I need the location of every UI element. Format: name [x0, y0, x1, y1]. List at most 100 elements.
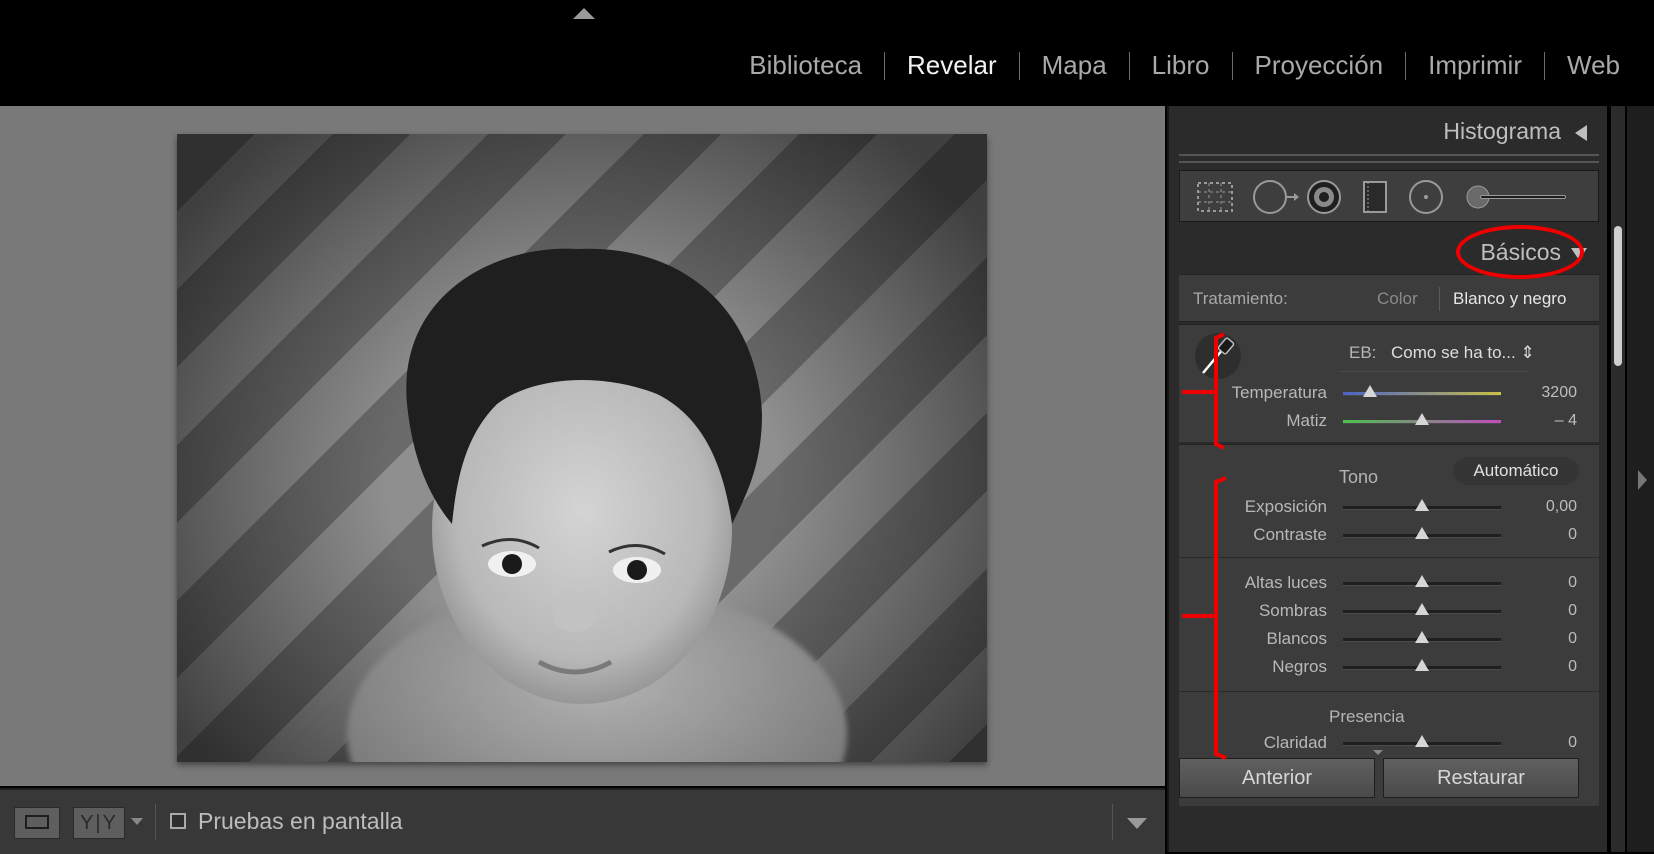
collapse-left-arrow-icon	[1575, 124, 1587, 141]
image-viewer[interactable]	[0, 106, 1165, 786]
slider-label: Altas luces	[1244, 573, 1327, 592]
slider-value[interactable]: 0	[1568, 734, 1577, 752]
treatment-section: Tratamiento: Color Blanco y negro	[1179, 274, 1599, 322]
toolbar: Y|Y Pruebas en pantalla	[0, 788, 1165, 854]
collapse-top-panel-arrow-icon[interactable]	[573, 8, 595, 19]
loupe-icon	[25, 815, 49, 829]
whites-slider-track[interactable]	[1343, 631, 1501, 643]
histogram-collapsed-bar	[1179, 154, 1599, 163]
slider-value[interactable]: 0	[1568, 602, 1577, 620]
white-balance-selector-button[interactable]	[1195, 333, 1241, 379]
toolbar-separator	[155, 804, 156, 840]
slider-label: Blancos	[1266, 629, 1327, 648]
slider-row-blancos: Blancos 0	[1179, 627, 1599, 651]
softproof-label: Pruebas en pantalla	[198, 808, 403, 834]
section-divider	[1179, 691, 1599, 692]
treatment-label: Tratamiento:	[1193, 289, 1288, 308]
toolbar-menu-caret-icon[interactable]	[1127, 818, 1147, 829]
treatment-bw-option[interactable]: Blanco y negro	[1453, 289, 1566, 309]
treatment-separator	[1439, 287, 1440, 311]
module-imprimir[interactable]: Imprimir	[1406, 50, 1544, 81]
loupe-view-button[interactable]	[14, 807, 60, 839]
compare-dropdown-caret-icon[interactable]	[131, 818, 143, 825]
contrast-slider-track[interactable]	[1343, 527, 1501, 539]
slider-row-sombras: Sombras 0	[1179, 599, 1599, 623]
graduated-filter-tool-icon[interactable]	[1363, 181, 1387, 213]
child-portrait-image	[347, 248, 847, 762]
toolbar-separator	[1112, 804, 1113, 840]
slider-value[interactable]: 0	[1568, 526, 1577, 544]
slider-thumb[interactable]	[1415, 659, 1429, 671]
white-balance-section: EB: Como se ha to... ⇕ Temperatura 3200 …	[1179, 324, 1599, 442]
slider-label: Exposición	[1244, 497, 1327, 516]
slider-label: Sombras	[1258, 601, 1327, 620]
slider-thumb[interactable]	[1415, 735, 1429, 747]
adjustment-brush-tool-icon[interactable]	[1466, 185, 1566, 209]
tone-section: Tono Automático Exposición 0,00 Contrast…	[1179, 444, 1599, 806]
module-mapa[interactable]: Mapa	[1020, 50, 1129, 81]
slider-label: Contraste	[1253, 525, 1327, 544]
auto-tone-button[interactable]: Automático	[1453, 457, 1579, 485]
radial-filter-tool-icon[interactable]	[1409, 180, 1443, 214]
module-proyeccion[interactable]: Proyección	[1233, 50, 1406, 81]
slider-value[interactable]: 3200	[1541, 384, 1577, 402]
slider-row-altas-luces: Altas luces 0	[1179, 571, 1599, 595]
blacks-slider-track[interactable]	[1343, 659, 1501, 671]
slider-label: Temperatura	[1231, 383, 1327, 402]
clarity-slider-track[interactable]	[1343, 735, 1501, 747]
slider-value[interactable]: 0,00	[1546, 498, 1577, 516]
expand-right-arrow-icon[interactable]	[1638, 470, 1647, 490]
reset-button[interactable]: Restaurar	[1383, 758, 1579, 798]
white-balance-underline	[1339, 371, 1529, 372]
spot-removal-tool-icon[interactable]	[1253, 180, 1299, 214]
red-eye-tool-icon[interactable]	[1307, 180, 1341, 214]
slider-label: Matiz	[1286, 411, 1327, 430]
slider-value[interactable]: 0	[1568, 630, 1577, 648]
slider-thumb[interactable]	[1415, 499, 1429, 511]
slider-thumb[interactable]	[1362, 385, 1377, 397]
section-divider	[1179, 557, 1599, 558]
histogram-header[interactable]: Histograma	[1443, 118, 1587, 145]
slider-label: Negros	[1272, 657, 1327, 676]
slider-thumb[interactable]	[1415, 631, 1429, 643]
highlight-ellipse-annotation	[1456, 225, 1584, 279]
white-balance-dropdown[interactable]: Como se ha to... ⇕	[1391, 343, 1535, 363]
photo-preview[interactable]	[177, 134, 987, 762]
temperature-slider-track[interactable]	[1343, 385, 1501, 397]
softproof-checkbox[interactable]	[170, 813, 186, 829]
highlights-slider-track[interactable]	[1343, 575, 1501, 587]
module-bar: Biblioteca Revelar Mapa Libro Proyección…	[0, 0, 1654, 104]
histogram-title: Histograma	[1443, 118, 1561, 144]
slider-value[interactable]: 0	[1568, 658, 1577, 676]
compare-view-button[interactable]: Y|Y	[73, 807, 125, 839]
panel-scroll-down-icon[interactable]	[1373, 750, 1383, 755]
slider-thumb[interactable]	[1415, 575, 1429, 587]
module-libro[interactable]: Libro	[1130, 50, 1232, 81]
treatment-color-option[interactable]: Color	[1377, 289, 1418, 309]
slider-row-claridad: Claridad 0	[1179, 731, 1599, 755]
exposure-slider-track[interactable]	[1343, 499, 1501, 511]
slider-thumb[interactable]	[1415, 527, 1429, 539]
slider-row-negros: Negros 0	[1179, 655, 1599, 679]
slider-label: Claridad	[1263, 733, 1327, 752]
tone-title: Tono	[1339, 467, 1379, 487]
right-panel: Histograma Básicos Tratamiento: Color Bl…	[1167, 106, 1607, 852]
panel-scrollbar[interactable]	[1611, 106, 1625, 852]
previous-button[interactable]: Anterior	[1179, 758, 1375, 798]
tint-slider-track[interactable]	[1343, 413, 1501, 425]
crop-tool-icon[interactable]	[1197, 182, 1233, 212]
shadows-slider-track[interactable]	[1343, 603, 1501, 615]
module-biblioteca[interactable]: Biblioteca	[727, 50, 884, 81]
slider-thumb[interactable]	[1415, 603, 1429, 615]
module-revelar[interactable]: Revelar	[885, 50, 1019, 81]
module-picker: Biblioteca Revelar Mapa Libro Proyección…	[727, 50, 1642, 81]
slider-thumb[interactable]	[1415, 413, 1429, 425]
slider-row-contraste: Contraste 0	[1179, 523, 1599, 547]
slider-row-temperatura: Temperatura 3200	[1179, 381, 1599, 405]
module-web[interactable]: Web	[1545, 50, 1642, 81]
panel-scrollbar-thumb[interactable]	[1614, 226, 1622, 366]
presence-title: Presencia	[1329, 707, 1405, 726]
slider-value[interactable]: – 4	[1555, 412, 1577, 430]
slider-value[interactable]: 0	[1568, 574, 1577, 592]
white-balance-label: EB:	[1349, 343, 1377, 362]
